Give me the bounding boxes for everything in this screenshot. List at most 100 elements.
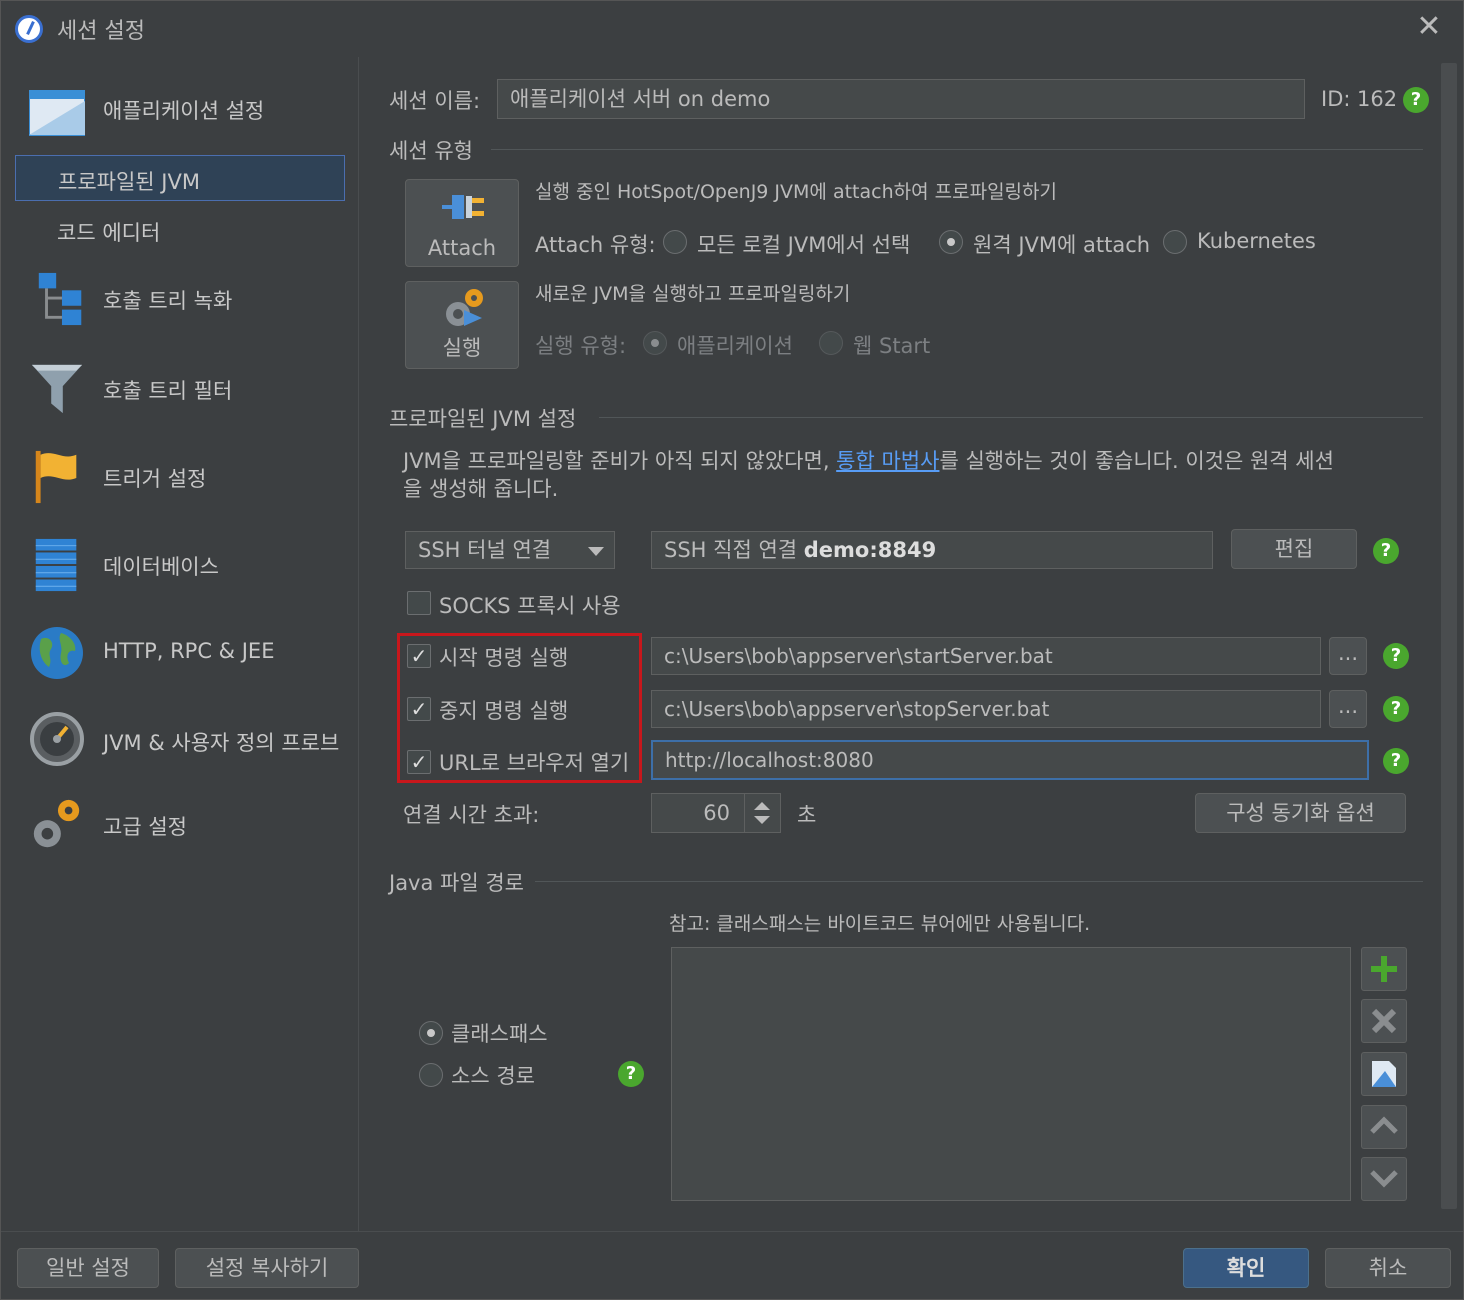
open-browser-label: URL로 브라우저 열기 [439, 751, 630, 775]
cancel-button[interactable]: 취소 [1325, 1248, 1451, 1288]
sidebar-item-application-settings[interactable]: 애플리케이션 설정 [1, 81, 357, 141]
path-list[interactable] [671, 947, 1351, 1201]
sidebar-item-label: 호출 트리 녹화 [103, 289, 233, 313]
radio-attach-local[interactable] [663, 230, 687, 254]
start-command-input[interactable]: c:\Users\bob\appserver\startServer.bat [651, 637, 1321, 675]
integration-wizard-link[interactable]: 통합 마법사 [836, 449, 939, 473]
integration-info-text-line2: 을 생성해 줍니다. [403, 477, 559, 501]
sidebar-item-code-editor[interactable]: 코드 에디터 [15, 207, 345, 253]
separator [599, 417, 1423, 418]
help-icon[interactable]: ? [618, 1061, 644, 1087]
run-type-label: 실행 유형: [535, 334, 627, 358]
attach-button-label: Attach [427, 236, 497, 260]
general-settings-button[interactable]: 일반 설정 [17, 1248, 159, 1288]
stop-command-label: 중지 명령 실행 [439, 699, 569, 723]
chevron-up-icon [1370, 1116, 1398, 1134]
browser-url-input[interactable]: http://localhost:8080 [651, 740, 1369, 780]
run-option-application: 애플리케이션 [677, 334, 793, 358]
sidebar-item-label: 고급 설정 [103, 815, 187, 839]
radio-attach-remote[interactable] [939, 230, 963, 254]
radio-classpath[interactable] [419, 1021, 443, 1045]
classpath-note: 참고: 클래스패스는 바이트코드 뷰어에만 사용됩니다. [669, 913, 1091, 935]
open-browser-checkbox[interactable]: ✓ [407, 750, 431, 774]
session-name-input[interactable]: 애플리케이션 서버 on demo [497, 79, 1305, 119]
close-icon[interactable]: ✕ [1413, 11, 1445, 43]
connection-type-select[interactable]: SSH 터널 연결 [405, 531, 615, 569]
sidebar-item-http-rpc-jee[interactable]: HTTP, RPC & JEE [1, 621, 357, 687]
scrollbar[interactable] [1441, 63, 1457, 1209]
sidebar-item-call-tree-recording[interactable]: 호출 트리 녹화 [1, 267, 357, 333]
config-sync-options-button[interactable]: 구성 동기화 옵션 [1195, 793, 1406, 833]
sidebar-item-profiled-jvm[interactable]: 프로파일된 JVM [15, 155, 345, 201]
ok-button[interactable]: 확인 [1183, 1248, 1309, 1288]
help-icon[interactable]: ? [1383, 748, 1409, 774]
sidebar-item-jvm-custom-probes[interactable]: JVM & 사용자 정의 프로브 [1, 709, 357, 775]
sidebar-item-trigger-settings[interactable]: 트리거 설정 [1, 445, 357, 511]
help-icon[interactable]: ? [1383, 643, 1409, 669]
attach-option-remote: 원격 JVM에 attach [973, 233, 1151, 257]
move-up-button[interactable] [1361, 1105, 1407, 1149]
separator [491, 149, 1423, 150]
edit-path-button[interactable] [1361, 1052, 1407, 1096]
timeout-label: 연결 시간 초과: [403, 803, 540, 827]
source-path-option-label: 소스 경로 [451, 1064, 535, 1088]
gauge-icon [30, 712, 84, 766]
timeout-value: 60 [703, 801, 730, 825]
window-title: 세션 설정 [57, 19, 145, 44]
separator [535, 881, 1423, 882]
app-logo-icon [15, 15, 43, 43]
globe-icon [31, 627, 83, 679]
chevron-down-icon [588, 547, 604, 556]
edit-button[interactable]: 편집 [1231, 529, 1357, 569]
integration-info-text: JVM을 프로파일링할 준비가 아직 되지 않았다면, 통합 마법사를 실행하는… [403, 449, 1334, 473]
stop-command-input[interactable]: c:\Users\bob\appserver\stopServer.bat [651, 690, 1321, 728]
sidebar-item-database[interactable]: 데이터베이스 [1, 533, 357, 599]
help-icon[interactable]: ? [1373, 538, 1399, 564]
stop-command-browse-button[interactable]: ... [1329, 690, 1367, 728]
sidebar-item-label: HTTP, RPC & JEE [103, 639, 275, 663]
copy-settings-button[interactable]: 설정 복사하기 [175, 1248, 359, 1288]
socks-proxy-checkbox[interactable] [407, 591, 431, 615]
add-path-button[interactable] [1361, 947, 1407, 991]
tree-icon [38, 272, 82, 326]
spinner-arrows-icon[interactable] [754, 802, 770, 824]
start-command-browse-button[interactable]: ... [1329, 637, 1367, 675]
session-name-label: 세션 이름: [389, 89, 481, 113]
plus-icon [1371, 956, 1397, 982]
sidebar-item-label: 호출 트리 필터 [103, 379, 233, 403]
sidebar-item-advanced-settings[interactable]: 고급 설정 [1, 793, 357, 859]
sidebar-item-label: 코드 에디터 [57, 221, 161, 245]
help-icon[interactable]: ? [1383, 696, 1409, 722]
radio-run-application[interactable] [643, 331, 667, 355]
flag-icon [35, 450, 77, 504]
attach-button[interactable]: Attach [405, 179, 519, 267]
session-settings-dialog: 세션 설정 ✕ 애플리케이션 설정 프로파일된 JVM 코드 에디터 호출 트리… [0, 0, 1464, 1300]
sidebar-item-call-tree-filter[interactable]: 호출 트리 필터 [1, 357, 357, 423]
move-down-button[interactable] [1361, 1157, 1407, 1201]
database-icon [35, 538, 77, 592]
sidebar-item-label: JVM & 사용자 정의 프로브 [103, 731, 340, 755]
sidebar-item-label: 데이터베이스 [103, 555, 219, 579]
sidebar-item-label: 프로파일된 JVM [58, 170, 200, 194]
remove-path-button[interactable] [1361, 999, 1407, 1043]
radio-run-webstart[interactable] [819, 331, 843, 355]
help-icon[interactable]: ? [1403, 87, 1429, 113]
session-type-heading: 세션 유형 [389, 139, 473, 163]
java-path-heading: Java 파일 경로 [389, 871, 524, 895]
delete-icon [1371, 1008, 1397, 1034]
session-id-label: ID: [1321, 87, 1351, 111]
radio-attach-kubernetes[interactable] [1163, 230, 1187, 254]
attach-description: 실행 중인 HotSpot/OpenJ9 JVM에 attach하여 프로파일링… [535, 181, 1057, 203]
classpath-option-label: 클래스패스 [451, 1022, 548, 1046]
gears-icon [33, 799, 80, 848]
title-bar: 세션 설정 ✕ [1, 1, 1463, 57]
stop-command-checkbox[interactable]: ✓ [407, 697, 431, 721]
profiled-jvm-heading: 프로파일된 JVM 설정 [389, 407, 577, 431]
timeout-spinner[interactable]: 60 [651, 793, 781, 833]
start-command-checkbox[interactable]: ✓ [407, 644, 431, 668]
attach-type-label: Attach 유형: [535, 233, 656, 257]
run-button[interactable]: 실행 [405, 281, 519, 369]
attach-option-local: 모든 로컬 JVM에서 선택 [697, 233, 911, 257]
radio-source-path[interactable] [419, 1063, 443, 1087]
socks-proxy-label: SOCKS 프록시 사용 [439, 594, 621, 618]
